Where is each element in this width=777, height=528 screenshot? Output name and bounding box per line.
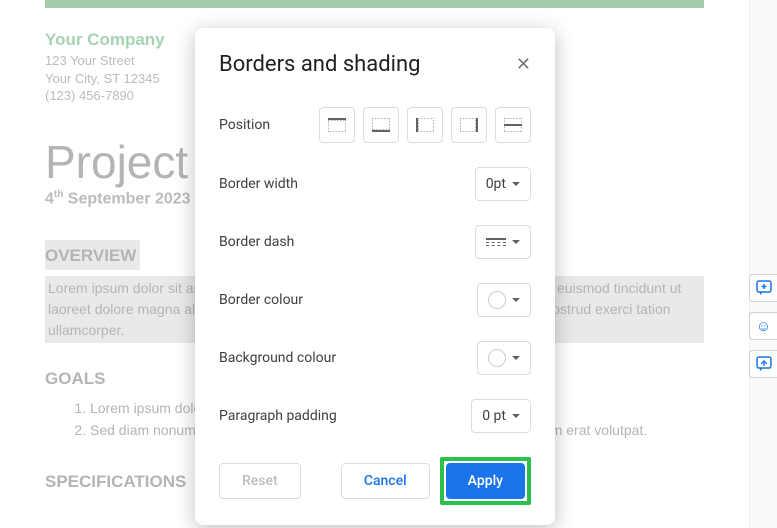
- comment-plus-icon: [756, 280, 772, 296]
- dialog-actions: Reset Cancel Apply: [219, 457, 531, 505]
- caret-down-icon: [512, 414, 520, 418]
- border-width-dropdown[interactable]: 0pt: [475, 167, 531, 201]
- border-right-icon: [460, 118, 478, 132]
- dialog-title: Borders and shading: [219, 52, 421, 77]
- apply-highlight: Apply: [440, 457, 531, 505]
- border-top-icon: [328, 118, 346, 132]
- row-position: Position: [219, 107, 531, 143]
- smiley-icon: ☺: [756, 318, 771, 335]
- position-left-button[interactable]: [407, 107, 443, 143]
- caret-down-icon: [512, 298, 520, 302]
- label-border-colour: Border colour: [219, 292, 303, 308]
- position-top-button[interactable]: [319, 107, 355, 143]
- row-border-width: Border width 0pt: [219, 167, 531, 201]
- border-dash-dropdown[interactable]: [475, 225, 531, 259]
- label-border-dash: Border dash: [219, 234, 294, 250]
- side-rail: ☺: [749, 274, 777, 378]
- caret-down-icon: [512, 182, 520, 186]
- label-border-width: Border width: [219, 176, 298, 192]
- dash-style-icon: [486, 238, 506, 246]
- border-colour-dropdown[interactable]: [477, 283, 531, 317]
- colour-swatch-icon: [488, 291, 506, 309]
- caret-down-icon: [512, 240, 520, 244]
- apply-button[interactable]: Apply: [446, 463, 525, 499]
- row-background-colour: Background colour: [219, 341, 531, 375]
- label-background-colour: Background colour: [219, 350, 336, 366]
- add-comment-button[interactable]: [749, 274, 777, 302]
- cancel-button[interactable]: Cancel: [341, 463, 430, 499]
- suggest-edits-button[interactable]: [749, 350, 777, 378]
- paragraph-padding-value: 0 pt: [482, 408, 506, 424]
- background-colour-dropdown[interactable]: [477, 341, 531, 375]
- border-between-icon: [504, 118, 522, 132]
- label-paragraph-padding: Paragraph padding: [219, 408, 337, 424]
- caret-down-icon: [512, 356, 520, 360]
- row-border-colour: Border colour: [219, 283, 531, 317]
- paragraph-padding-dropdown[interactable]: 0 pt: [471, 399, 531, 433]
- row-border-dash: Border dash: [219, 225, 531, 259]
- borders-shading-dialog: Borders and shading ✕ Position Border wi…: [195, 28, 555, 525]
- position-bottom-button[interactable]: [363, 107, 399, 143]
- row-paragraph-padding: Paragraph padding 0 pt: [219, 399, 531, 433]
- border-bottom-icon: [372, 118, 390, 132]
- add-emoji-button[interactable]: ☺: [749, 312, 777, 340]
- dialog-header: Borders and shading ✕: [219, 52, 531, 77]
- label-position: Position: [219, 117, 270, 133]
- close-icon[interactable]: ✕: [516, 56, 531, 74]
- cancel-label: Cancel: [364, 473, 407, 489]
- border-width-value: 0pt: [486, 176, 506, 192]
- position-between-button[interactable]: [495, 107, 531, 143]
- suggest-icon: [756, 356, 772, 372]
- reset-label: Reset: [242, 473, 278, 489]
- position-right-button[interactable]: [451, 107, 487, 143]
- reset-button[interactable]: Reset: [219, 463, 301, 499]
- apply-label: Apply: [468, 473, 503, 489]
- colour-swatch-icon: [488, 349, 506, 367]
- border-left-icon: [416, 118, 434, 132]
- position-buttons: [319, 107, 531, 143]
